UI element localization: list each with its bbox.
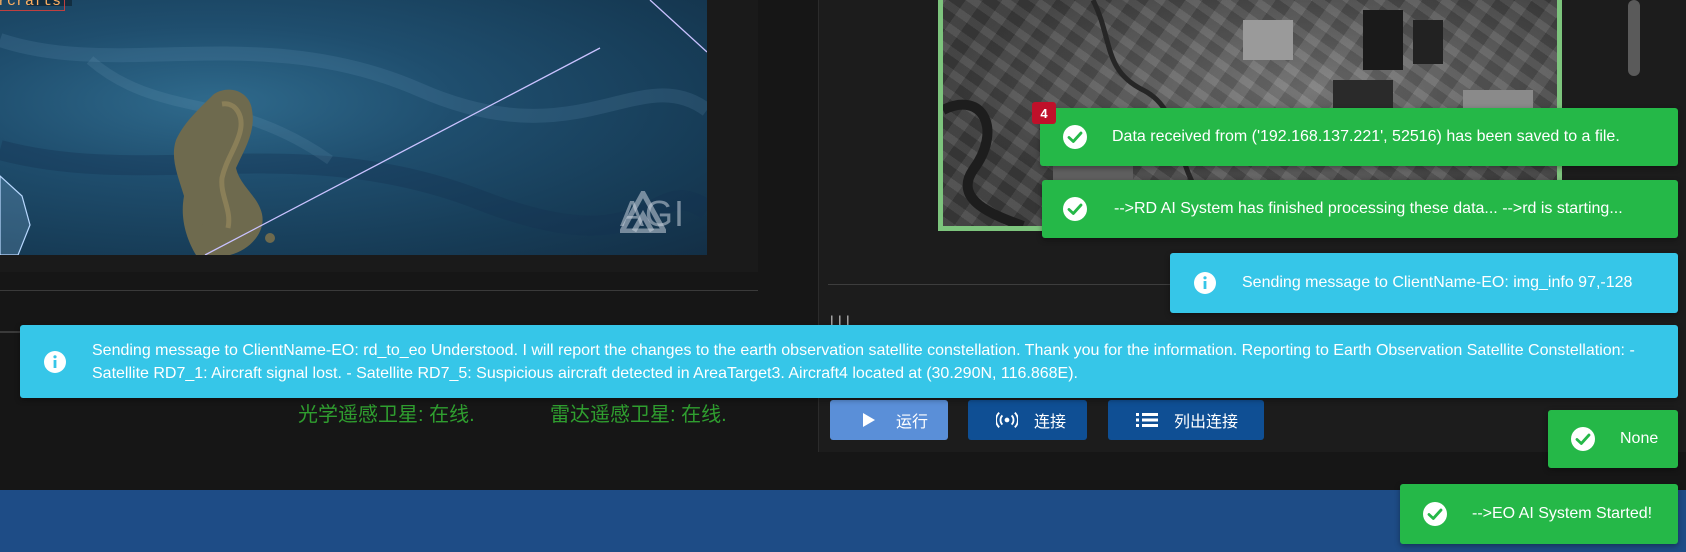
toast-message: -->EO AI System Started! <box>1472 505 1653 522</box>
scrollbar-thumb[interactable] <box>1628 0 1640 76</box>
toast-notification[interactable]: -->EO AI System Started! <box>1400 484 1678 544</box>
toast-message: Data received from ('192.168.137.221', 5… <box>1112 128 1620 145</box>
toast-notification[interactable]: None <box>1548 410 1678 468</box>
globe-map-view[interactable]: rcrafts AGI <box>0 0 707 255</box>
toast-message: None <box>1620 430 1659 447</box>
list-icon <box>1136 412 1158 428</box>
radar-satellite-status: 雷达遥感卫星: 在线. <box>550 404 727 426</box>
check-circle-icon <box>1570 426 1596 452</box>
check-circle-icon <box>1062 196 1088 222</box>
agi-logo-icon <box>619 190 666 233</box>
divider <box>0 331 20 333</box>
optical-satellite-status: 光学遥感卫星: 在线. <box>298 404 475 426</box>
run-button-label: 运行 <box>896 414 929 431</box>
toast-message: Sending message to ClientName-EO: img_in… <box>1242 274 1633 291</box>
toast-notification[interactable]: -->RD AI System has finished processing … <box>1042 180 1678 238</box>
connect-button-label: 连接 <box>1034 414 1067 431</box>
toast-notification[interactable]: Data received from ('192.168.137.221', 5… <box>1040 108 1678 166</box>
map-panel: rcrafts AGI <box>0 0 758 272</box>
divider <box>0 290 758 291</box>
toast-message: -->RD AI System has finished processing … <box>1114 200 1623 217</box>
broadcast-icon <box>996 411 1018 429</box>
list-connections-button[interactable]: 列出连接 <box>1108 400 1264 440</box>
toast-notification[interactable]: Sending message to ClientName-EO: img_in… <box>1170 253 1678 313</box>
list-connections-button-label: 列出连接 <box>1174 414 1239 431</box>
notification-count-badge: 4 <box>1032 102 1056 124</box>
info-circle-icon <box>1192 270 1218 296</box>
connect-button[interactable]: 连接 <box>968 400 1087 440</box>
info-circle-icon <box>42 349 68 375</box>
agi-watermark: AGI <box>619 190 685 235</box>
check-circle-icon <box>1422 501 1448 527</box>
toast-message: Sending message to ClientName-EO: rd_to_… <box>92 341 1635 382</box>
map-overlay <box>0 0 707 255</box>
toast-notification[interactable]: Sending message to ClientName-EO: rd_to_… <box>20 325 1678 398</box>
map-object-label[interactable]: rcrafts <box>0 0 66 11</box>
check-circle-icon <box>1062 124 1088 150</box>
play-icon <box>858 412 880 428</box>
run-button[interactable]: 运行 <box>830 400 948 440</box>
